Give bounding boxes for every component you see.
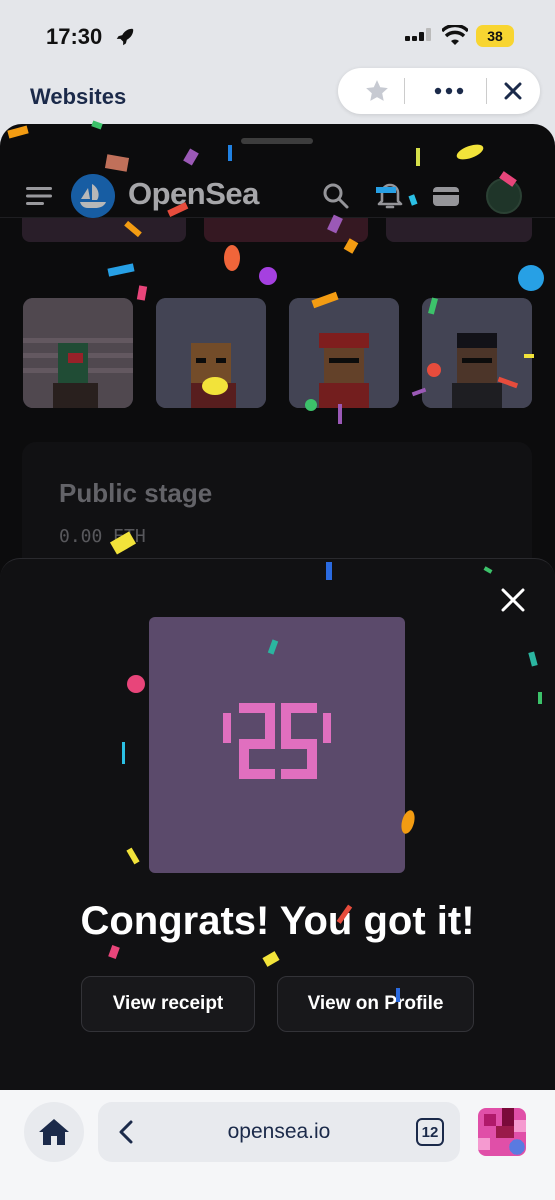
view-on-profile-button[interactable]: View on Profile [277,976,474,1032]
close-icon[interactable] [500,587,526,613]
rocket-icon [116,28,134,46]
wallet-profile-thumbnail[interactable] [478,1108,526,1156]
signal-icon [405,28,431,41]
more-icon [434,87,464,95]
more-button[interactable] [422,68,476,114]
status-time: 17:30 [46,24,103,49]
artwork-glyph [223,703,331,779]
page-title: Websites [30,84,127,109]
battery-indicator: 38 [476,25,514,47]
url-bar[interactable]: opensea.io 12 [98,1102,460,1162]
home-button[interactable] [24,1102,84,1162]
star-icon [366,80,388,101]
nft-artwork [149,617,405,873]
home-icon [39,1119,69,1145]
close-icon [504,82,522,100]
view-receipt-button[interactable]: View receipt [81,976,255,1032]
url-text[interactable]: opensea.io [98,1120,460,1144]
close-browser-button[interactable] [486,68,540,114]
web-sheet: OpenSea Public stage 0.00 ETH Congrats! … [0,124,555,1090]
success-message: Congrats! You got it! [80,899,475,943]
tabs-icon[interactable]: 12 [416,1118,444,1146]
favorite-button[interactable] [350,68,404,114]
wifi-icon [442,25,468,45]
browser-bottom-bar: opensea.io 12 [0,1090,555,1200]
status-bar: 17:30 38 [0,0,555,70]
congrats-modal: Congrats! You got it! View receipt View … [0,558,555,1090]
browser-controls [338,68,540,114]
